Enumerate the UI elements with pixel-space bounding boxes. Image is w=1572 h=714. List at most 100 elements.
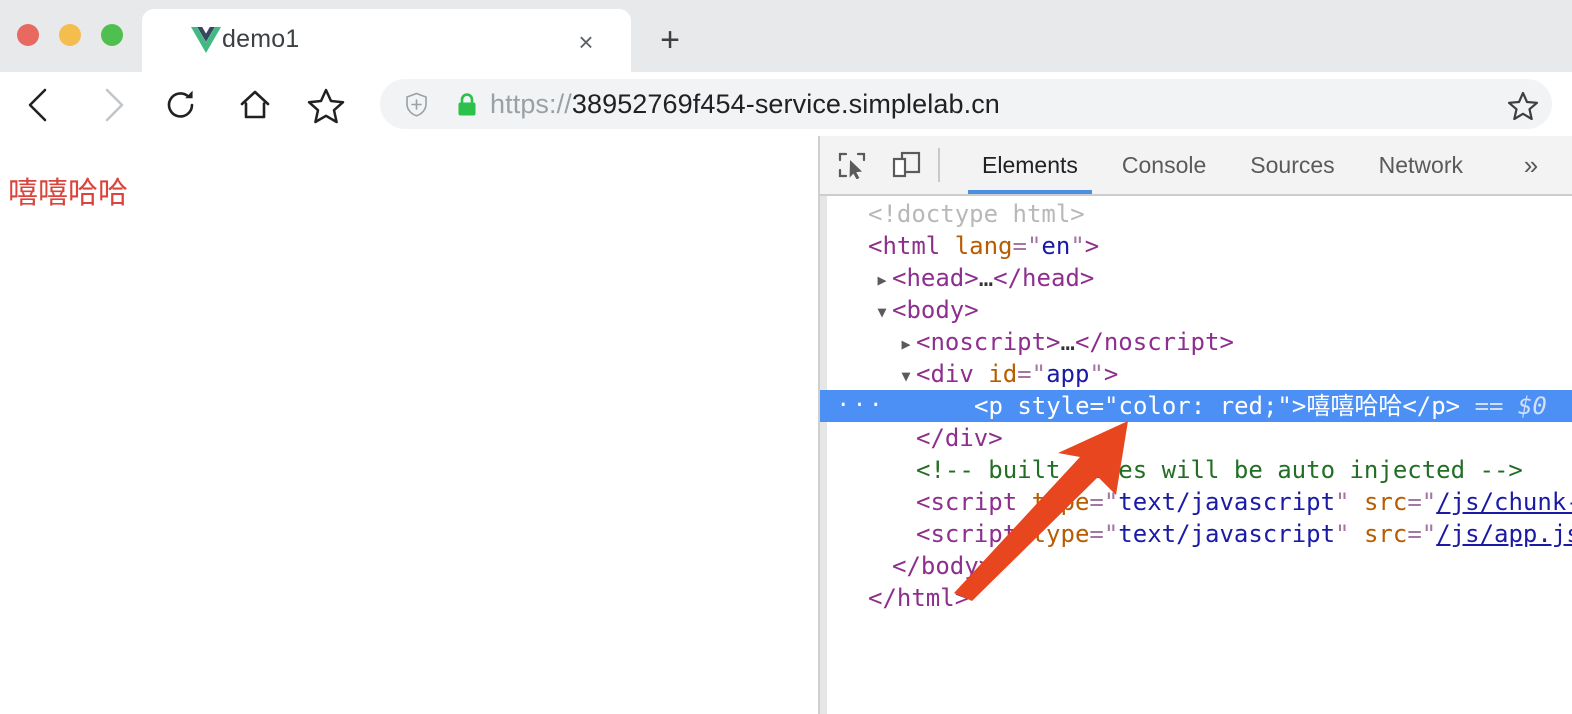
toggle-device-toolbar-button[interactable] [888,149,924,181]
markup-token: > [1085,232,1099,260]
indent-spacer [848,550,872,582]
markup-token: text/javascript [1118,488,1335,516]
address-bar[interactable]: https://38952769f454-service.simplelab.c… [380,79,1552,129]
indent-spacer [848,486,896,518]
indent-spacer [902,390,974,422]
back-button[interactable] [15,82,61,128]
tab-elements[interactable]: Elements [960,136,1100,194]
markup-token: " [1335,488,1364,516]
url-text: https://38952769f454-service.simplelab.c… [490,89,1000,119]
markup-token: </noscript> [1075,328,1234,356]
markup-token: </head> [993,264,1094,292]
markup-token: <script [916,488,1032,516]
reload-button[interactable] [158,82,204,128]
tab-strip: demo1 × + [0,0,1572,72]
home-button[interactable] [232,82,278,128]
device-toolbar-icon [891,151,921,179]
browser-window: demo1 × + [0,0,1572,714]
more-tabs-button[interactable]: » [1514,150,1548,180]
close-tab-button[interactable]: × [573,29,599,55]
dom-node-markup: <p style="color: red;">嘻嘻哈哈</p> [974,392,1460,420]
indent-spacer [848,294,872,326]
markup-token: <!-- built files will be auto injected -… [916,456,1523,484]
markup-token: <html [868,232,955,260]
star-icon [307,86,345,124]
window-controls [17,24,123,46]
dom-node[interactable]: ▼<div id="app"> [820,358,1572,390]
source-link[interactable]: /js/chunk-v [1436,488,1572,516]
markup-token: " [1070,232,1084,260]
tab-sources[interactable]: Sources [1228,136,1356,194]
expand-triangle-icon[interactable]: ▶ [896,328,916,360]
markup-token: id [988,360,1017,388]
tab-title: demo1 [222,25,299,54]
markup-token: =" [1013,232,1042,260]
dom-node[interactable]: <html lang="en"> [820,230,1572,262]
markup-token: <div [916,360,988,388]
bookmark-page-button[interactable] [1508,90,1538,120]
dom-tree[interactable]: <!doctype html> <html lang="en"> ▶<head>… [820,198,1572,714]
markup-token: =" [1089,520,1118,548]
markup-token: </body> [892,552,993,580]
close-window-button[interactable] [17,24,39,46]
url-host: 38952769f454-service.simplelab.cn [572,89,1000,120]
indent-spacer [848,454,896,486]
dom-node[interactable]: <!doctype html> [820,198,1572,230]
markup-token: </html> [868,584,969,612]
dom-node[interactable]: <script type="text/javascript" src="/js/… [820,486,1572,518]
markup-token: " [1089,360,1103,388]
markup-token: <!doctype html> [868,200,1085,228]
devtools-toolbar: Elements Console Sources Network » [820,136,1572,196]
indent-spacer [848,262,872,294]
markup-token: > [1104,360,1118,388]
markup-token: =" [1017,360,1046,388]
devtools-panel: Elements Console Sources Network » <!doc… [820,136,1572,714]
tab-console[interactable]: Console [1100,136,1228,194]
markup-token: =" [1407,488,1436,516]
toolbar-divider [938,148,940,182]
markup-token: src [1364,488,1407,516]
page-viewport: 嘻嘻哈哈 [0,136,818,714]
browser-tab[interactable]: demo1 × [142,9,631,72]
dom-node[interactable]: </body> [820,550,1572,582]
indent-spacer [848,518,896,550]
markup-token: <body> [892,296,979,324]
tab-network[interactable]: Network [1357,136,1485,194]
inspect-element-button[interactable] [834,149,870,181]
expand-triangle-icon[interactable]: ▶ [872,264,892,296]
markup-token: <script [916,520,1032,548]
forward-button[interactable] [90,82,136,128]
shield-plus-icon[interactable] [404,92,429,117]
home-icon [237,87,273,123]
zoom-window-button[interactable] [101,24,123,46]
dom-node[interactable]: ▶<noscript>…</noscript> [820,326,1572,358]
dom-node-selected[interactable]: ··· <p style="color: red;">嘻嘻哈哈</p> == $… [820,390,1572,422]
markup-token: <head> [892,264,979,292]
dom-node[interactable]: ▶<head>…</head> [820,262,1572,294]
indent-spacer [848,358,896,390]
bookmark-button[interactable] [303,82,349,128]
dom-node[interactable]: </html> [820,582,1572,614]
vue-logo-icon [191,26,221,54]
markup-token: type [1032,488,1090,516]
markup-token: =" [1089,488,1118,516]
dom-node[interactable]: ▼<body> [820,294,1572,326]
dom-node[interactable]: <script type="text/javascript" src="/js/… [820,518,1572,550]
console-reference-label: == $0 [1460,392,1547,420]
reload-icon [163,87,199,123]
dom-node[interactable]: </div> [820,422,1572,454]
forward-arrow-icon [99,87,127,123]
source-link[interactable]: /js/app.js [1436,520,1572,548]
minimize-window-button[interactable] [59,24,81,46]
inspect-element-icon [837,151,867,179]
indent-spacer [848,326,896,358]
url-scheme: https:// [490,89,572,120]
collapse-triangle-icon[interactable]: ▼ [872,296,892,328]
markup-token: type [1032,520,1090,548]
markup-token: </div> [916,424,1003,452]
dom-node[interactable]: <!-- built files will be auto injected -… [820,454,1572,486]
collapse-triangle-icon[interactable]: ▼ [896,360,916,392]
node-ellipsis-badge[interactable]: ··· [820,390,902,422]
new-tab-button[interactable]: + [652,22,688,58]
page-paragraph: 嘻嘻哈哈 [8,168,128,212]
